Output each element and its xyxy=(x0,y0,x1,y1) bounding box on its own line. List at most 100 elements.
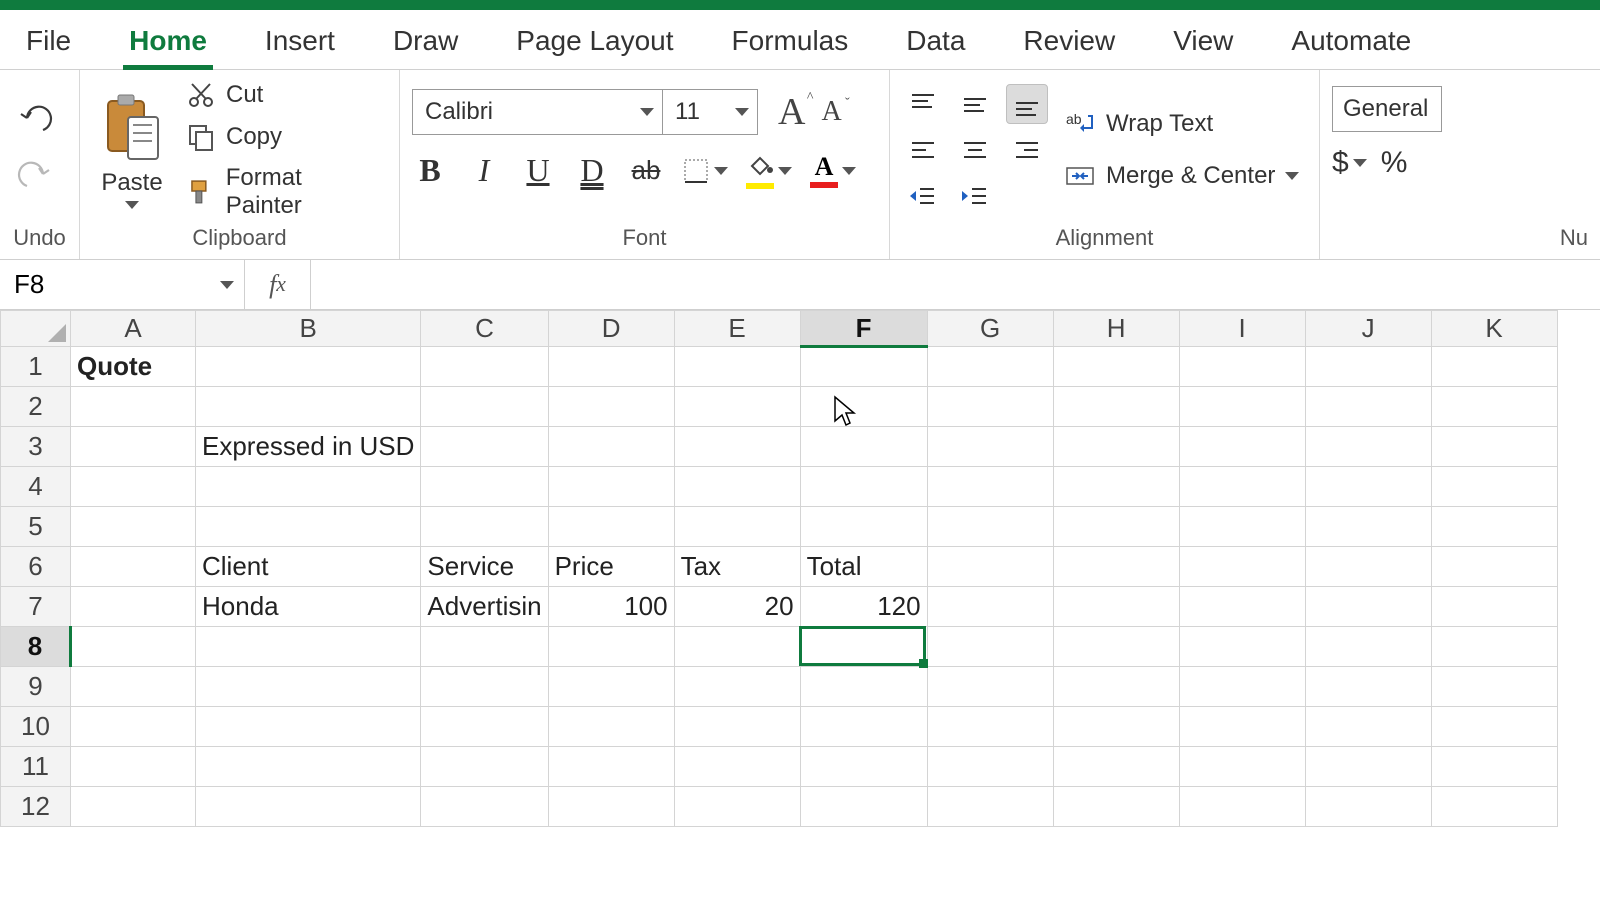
cell-I6[interactable] xyxy=(1179,547,1305,587)
paste-dropdown-icon[interactable] xyxy=(125,201,139,209)
italic-button[interactable]: I xyxy=(466,152,502,189)
cell-C3[interactable] xyxy=(421,427,548,467)
cell-D7[interactable]: 100 xyxy=(548,587,674,627)
decrease-font-button[interactable]: Aˇ xyxy=(815,94,847,130)
cell-E10[interactable] xyxy=(674,707,800,747)
cell-C7[interactable]: Advertisin xyxy=(421,587,548,627)
cell-C6[interactable]: Service xyxy=(421,547,548,587)
cell-K9[interactable] xyxy=(1431,667,1557,707)
cell-B8[interactable] xyxy=(196,627,421,667)
number-format-dropdown[interactable]: General xyxy=(1332,86,1442,132)
cell-H10[interactable] xyxy=(1053,707,1179,747)
row-header[interactable]: 5 xyxy=(1,507,71,547)
merge-center-button[interactable]: Merge & Center xyxy=(1064,160,1299,192)
cell-F7[interactable]: 120 xyxy=(800,587,927,627)
cell-I3[interactable] xyxy=(1179,427,1305,467)
column-header[interactable]: K xyxy=(1431,311,1557,347)
worksheet[interactable]: ABCDEFGHIJK1Quote23Expressed in USD456Cl… xyxy=(0,310,1600,827)
cell-C8[interactable] xyxy=(421,627,548,667)
cell-C11[interactable] xyxy=(421,747,548,787)
column-header[interactable]: G xyxy=(927,311,1053,347)
row-header[interactable]: 6 xyxy=(1,547,71,587)
row-header[interactable]: 10 xyxy=(1,707,71,747)
fill-color-button[interactable] xyxy=(746,152,792,189)
copy-button[interactable]: Copy xyxy=(182,120,387,154)
cell-B6[interactable]: Client xyxy=(196,547,421,587)
cell-A11[interactable] xyxy=(71,747,196,787)
cell-G1[interactable] xyxy=(927,347,1053,387)
name-box[interactable]: F8 xyxy=(0,260,245,309)
cell-A10[interactable] xyxy=(71,707,196,747)
format-painter-button[interactable]: Format Painter xyxy=(182,162,387,222)
cell-G8[interactable] xyxy=(927,627,1053,667)
cell-B12[interactable] xyxy=(196,787,421,827)
cell-F5[interactable] xyxy=(800,507,927,547)
cell-K4[interactable] xyxy=(1431,467,1557,507)
cell-K6[interactable] xyxy=(1431,547,1557,587)
cell-H3[interactable] xyxy=(1053,427,1179,467)
undo-button[interactable] xyxy=(12,99,58,145)
align-top-button[interactable] xyxy=(902,84,944,124)
cell-F3[interactable] xyxy=(800,427,927,467)
font-color-button[interactable]: A xyxy=(810,154,856,188)
cell-D1[interactable] xyxy=(548,347,674,387)
align-right-button[interactable] xyxy=(1006,130,1048,170)
cell-A3[interactable] xyxy=(71,427,196,467)
bold-button[interactable]: B xyxy=(412,152,448,189)
cell-F12[interactable] xyxy=(800,787,927,827)
align-bottom-button[interactable] xyxy=(1006,84,1048,124)
cell-I11[interactable] xyxy=(1179,747,1305,787)
cell-G2[interactable] xyxy=(927,387,1053,427)
cell-K3[interactable] xyxy=(1431,427,1557,467)
tab-draw[interactable]: Draw xyxy=(387,15,464,69)
cell-J3[interactable] xyxy=(1305,427,1431,467)
cell-K7[interactable] xyxy=(1431,587,1557,627)
cell-B2[interactable] xyxy=(196,387,421,427)
column-header[interactable]: H xyxy=(1053,311,1179,347)
cell-G11[interactable] xyxy=(927,747,1053,787)
tab-home[interactable]: Home xyxy=(123,15,213,69)
tab-formulas[interactable]: Formulas xyxy=(726,15,855,69)
cell-D3[interactable] xyxy=(548,427,674,467)
cell-C5[interactable] xyxy=(421,507,548,547)
cell-G4[interactable] xyxy=(927,467,1053,507)
cell-G7[interactable] xyxy=(927,587,1053,627)
cell-G5[interactable] xyxy=(927,507,1053,547)
cell-B5[interactable] xyxy=(196,507,421,547)
cell-I1[interactable] xyxy=(1179,347,1305,387)
cell-J4[interactable] xyxy=(1305,467,1431,507)
column-header[interactable]: B xyxy=(196,311,421,347)
cell-G3[interactable] xyxy=(927,427,1053,467)
cell-D12[interactable] xyxy=(548,787,674,827)
cell-D9[interactable] xyxy=(548,667,674,707)
row-header[interactable]: 3 xyxy=(1,427,71,467)
cell-K11[interactable] xyxy=(1431,747,1557,787)
double-underline-button[interactable]: D xyxy=(574,152,610,189)
cell-A9[interactable] xyxy=(71,667,196,707)
underline-button[interactable]: U xyxy=(520,152,556,189)
cell-A8[interactable] xyxy=(71,627,196,667)
cell-E12[interactable] xyxy=(674,787,800,827)
cell-J1[interactable] xyxy=(1305,347,1431,387)
cell-B1[interactable] xyxy=(196,347,421,387)
cell-B7[interactable]: Honda xyxy=(196,587,421,627)
cell-E2[interactable] xyxy=(674,387,800,427)
font-name-dropdown[interactable]: Calibri xyxy=(412,89,662,135)
cell-F9[interactable] xyxy=(800,667,927,707)
cell-J12[interactable] xyxy=(1305,787,1431,827)
row-header[interactable]: 11 xyxy=(1,747,71,787)
cell-D5[interactable] xyxy=(548,507,674,547)
cell-E1[interactable] xyxy=(674,347,800,387)
cell-K1[interactable] xyxy=(1431,347,1557,387)
cell-E7[interactable]: 20 xyxy=(674,587,800,627)
formula-input[interactable] xyxy=(311,260,1600,309)
tab-file[interactable]: File xyxy=(20,15,77,69)
cell-I5[interactable] xyxy=(1179,507,1305,547)
cell-J6[interactable] xyxy=(1305,547,1431,587)
cell-A1[interactable]: Quote xyxy=(71,347,196,387)
cell-H7[interactable] xyxy=(1053,587,1179,627)
tab-data[interactable]: Data xyxy=(900,15,971,69)
cell-C9[interactable] xyxy=(421,667,548,707)
cell-A6[interactable] xyxy=(71,547,196,587)
accounting-format-button[interactable]: $ xyxy=(1332,146,1367,180)
